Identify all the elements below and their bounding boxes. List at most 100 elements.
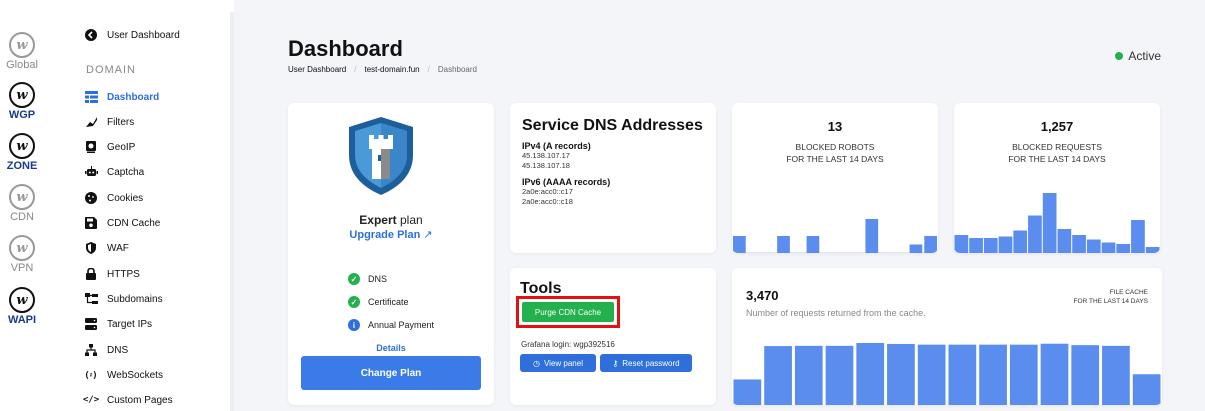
file-cache-chart [733, 343, 1161, 405]
caption-line: BLOCKED REQUESTS [1012, 142, 1102, 152]
nav-item-filters[interactable]: Filters [84, 113, 134, 131]
upgrade-plan-link[interactable]: Upgrade Plan ↗ [288, 228, 494, 241]
nav-item-target-ips[interactable]: Target IPs [84, 315, 152, 333]
chart-bar [856, 343, 885, 405]
chart-bar [1145, 247, 1160, 253]
blocked-requests-chart [954, 193, 1160, 253]
wapi-logo-icon: w [9, 287, 35, 313]
nav-item-cdn-cache[interactable]: CDN Cache [84, 214, 160, 232]
plan-name: Expert plan [288, 213, 494, 227]
ipv4-label: IPv4 (A records) [522, 141, 591, 151]
nav-item-waf[interactable]: WAF [84, 239, 129, 257]
tag-line: FILE CACHE [1109, 289, 1148, 296]
chart-bar [1013, 230, 1028, 253]
nav-item-custom-pages[interactable]: </> Custom Pages [83, 391, 173, 409]
dns-addresses-card: Service DNS Addresses IPv4 (A records) 4… [510, 103, 716, 253]
check-icon: ✓ [348, 296, 360, 308]
blocked-robots-card: 13 BLOCKED ROBOTS FOR THE LAST 14 DAYS [732, 103, 938, 253]
plan-suffix: plan [396, 213, 423, 227]
feature-certificate: ✓ Certificate [348, 296, 409, 308]
chart-bar [1072, 235, 1086, 253]
status-badge: Active [1115, 49, 1161, 63]
view-panel-button[interactable]: ◷ View panel [520, 354, 596, 372]
nav-item-dashboard[interactable]: Dashboard [84, 88, 159, 106]
rail-zone[interactable]: w ZONE [0, 133, 44, 172]
rail-wgp[interactable]: w WGP [0, 82, 44, 121]
nav-item-https[interactable]: HTTPS [84, 265, 140, 283]
chart-bar [917, 344, 946, 405]
nav-item-websockets[interactable]: (ᵡ) WebSockets [84, 366, 163, 384]
file-cache-count: 3,470 [746, 288, 779, 303]
chart-bar [1131, 220, 1145, 253]
rail-label: VPN [10, 262, 34, 274]
status-dot-icon [1115, 52, 1124, 60]
rail-label: ZONE [6, 160, 38, 172]
chart-bar [948, 344, 977, 405]
file-cache-tag: FILE CACHE FOR THE LAST 14 DAYS [1074, 288, 1148, 306]
rail-cdn[interactable]: w CDN [0, 184, 44, 223]
nav-label: Captcha [107, 166, 145, 178]
chart-bar [806, 236, 820, 253]
details-link[interactable]: Details [288, 343, 494, 353]
filter-icon [84, 115, 98, 129]
nav-item-cookies[interactable]: Cookies [84, 189, 143, 207]
server-icon [84, 317, 98, 331]
caption-line: BLOCKED ROBOTS [795, 142, 875, 152]
change-plan-button[interactable]: Change Plan [301, 356, 481, 390]
chart-bar [954, 235, 969, 253]
chart-bar [1101, 242, 1116, 253]
chart-bar [924, 236, 937, 253]
nav-label: WebSockets [107, 369, 163, 381]
breadcrumb-user-dashboard[interactable]: User Dashboard [288, 65, 346, 74]
subdomains-icon [84, 292, 98, 306]
cookie-icon [84, 191, 98, 205]
nav-user-dashboard[interactable]: User Dashboard [84, 26, 180, 44]
chart-bar [777, 236, 790, 253]
reset-password-button[interactable]: ⚷ Reset password [600, 354, 692, 372]
feature-label: Certificate [368, 297, 409, 307]
nav-label: Dashboard [107, 91, 160, 103]
breadcrumb-domain[interactable]: test-domain.fun [364, 65, 419, 74]
rail-label: Global [6, 59, 38, 71]
chart-bar [1071, 345, 1100, 405]
chart-bar [1040, 343, 1069, 405]
nav-label: DNS [107, 344, 129, 356]
chart-bar [998, 236, 1013, 253]
nav-item-subdomains[interactable]: Subdomains [84, 290, 163, 308]
chart-bar [733, 236, 746, 253]
breadcrumb: User Dashboard / test-domain.fun / Dashb… [288, 65, 477, 74]
purge-cdn-cache-button[interactable]: Purge CDN Cache [522, 302, 614, 322]
chart-bar [825, 345, 854, 405]
ipv6-label: IPv6 (AAAA records) [522, 177, 611, 187]
dashboard-gauge-icon: ◷ [533, 358, 540, 368]
tools-card: Tools Purge CDN Cache Grafana login: wgp… [510, 268, 716, 405]
ipv6-address: 2a0e:acc0::c17 [522, 187, 573, 196]
rail-vpn[interactable]: w VPN [0, 235, 44, 274]
status-text: Active [1128, 49, 1161, 63]
blocked-robots-caption: BLOCKED ROBOTS FOR THE LAST 14 DAYS [732, 141, 938, 165]
chart-bar [969, 238, 983, 253]
tag-line: FOR THE LAST 14 DAYS [1073, 298, 1148, 305]
feature-dns: ✓ DNS [348, 273, 387, 285]
blocked-requests-card: 1,257 BLOCKED REQUESTS FOR THE LAST 14 D… [954, 103, 1160, 253]
ipv4-address: 45.138.107.17 [522, 151, 570, 160]
cdn-logo-icon: w [9, 184, 35, 210]
robot-icon [84, 165, 98, 179]
rail-global[interactable]: w Global [0, 32, 44, 71]
nav-item-geoip[interactable]: GeoIP [84, 138, 135, 156]
rail-wapi[interactable]: w WAPI [0, 287, 44, 326]
nav-item-dns[interactable]: DNS [84, 341, 128, 359]
network-icon [84, 343, 98, 357]
key-icon: ⚷ [612, 358, 619, 368]
button-label: Reset password [622, 358, 680, 368]
nav-label: Subdomains [107, 293, 163, 305]
chart-bar [865, 219, 879, 253]
nav-label: WAF [107, 242, 129, 254]
chart-bar [1042, 193, 1057, 253]
breadcrumb-separator: / [354, 65, 357, 74]
caption-line: FOR THE LAST 14 DAYS [1008, 154, 1106, 164]
blocked-robots-chart [732, 219, 938, 253]
nav-section-domain: Domain [86, 64, 136, 76]
nav-item-captcha[interactable]: Captcha [84, 163, 144, 181]
nav-label: GeoIP [107, 141, 136, 153]
